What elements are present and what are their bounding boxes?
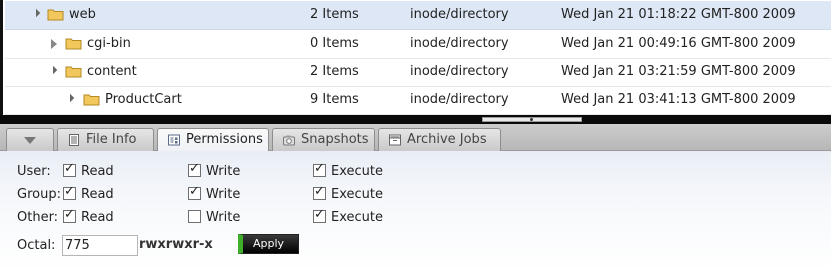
tree-item-modified: Wed Jan 21 03:21:59 GMT-800 2009: [561, 64, 796, 79]
tree-item-name: content: [87, 64, 137, 79]
list-settings-icon: [168, 134, 180, 146]
apply-button[interactable]: Apply: [238, 234, 299, 254]
tab-label: Archive Jobs: [407, 132, 487, 147]
tree-row-content[interactable]: content 2 Items inode/directory Wed Jan …: [5, 58, 831, 87]
execute-label: Execute: [331, 210, 383, 225]
tab-archive-jobs[interactable]: Archive Jobs: [378, 128, 501, 151]
tab-file-info[interactable]: File Info: [57, 128, 154, 151]
expand-arrow-icon[interactable]: [31, 8, 41, 18]
tree-row-productcart[interactable]: ProductCart 9 Items inode/directory Wed …: [5, 86, 831, 115]
group-execute-checkbox[interactable]: [313, 184, 326, 200]
folder-icon: [65, 66, 82, 78]
other-label: Other:: [17, 210, 59, 225]
user-write-checkbox[interactable]: [188, 161, 201, 177]
user-read-checkbox[interactable]: [63, 161, 76, 177]
write-label: Write: [206, 187, 241, 202]
detail-tabbar: File Info Permissions Snapshots Archive …: [0, 124, 831, 152]
tab-label: Snapshots: [301, 132, 369, 147]
group-read-checkbox[interactable]: [63, 184, 76, 200]
user-label: User:: [17, 164, 51, 179]
octal-label: Octal:: [17, 238, 56, 253]
chevron-down-icon: [24, 137, 36, 144]
folder-icon: [83, 94, 100, 106]
permissions-panel: User: Read Write Execute Group: Read Wri…: [0, 151, 831, 271]
archive-icon: [389, 134, 401, 146]
tree-row-web[interactable]: web 2 Items inode/directory Wed Jan 21 0…: [5, 1, 831, 30]
tree-item-count: 2 Items: [310, 7, 359, 22]
tree-item-modified: Wed Jan 21 01:18:22 GMT-800 2009: [561, 7, 796, 22]
document-lines-icon: [69, 134, 79, 146]
write-label: Write: [206, 210, 241, 225]
tree-item-modified: Wed Jan 21 03:41:13 GMT-800 2009: [561, 92, 796, 107]
tab-snapshots[interactable]: Snapshots: [272, 128, 375, 151]
tree-item-name: cgi-bin: [87, 36, 131, 51]
tree-item-type: inode/directory: [410, 36, 509, 51]
tree-row-cgi-bin[interactable]: cgi-bin 0 Items inode/directory Wed Jan …: [5, 30, 831, 59]
tree-item-count: 2 Items: [310, 64, 359, 79]
tree-item-name: ProductCart: [105, 92, 182, 107]
camera-icon: [283, 135, 295, 146]
other-write-checkbox[interactable]: [188, 210, 201, 223]
tree-item-type: inode/directory: [410, 92, 509, 107]
tree-item-type: inode/directory: [410, 7, 509, 22]
read-label: Read: [81, 210, 114, 225]
expand-arrow-icon[interactable]: [65, 93, 75, 103]
tab-label: Permissions: [186, 132, 263, 147]
collapsed-arrow-icon[interactable]: [51, 39, 57, 49]
execute-label: Execute: [331, 164, 383, 179]
tree-item-type: inode/directory: [410, 64, 509, 79]
other-execute-checkbox[interactable]: [313, 207, 326, 223]
group-label: Group:: [17, 187, 61, 202]
tab-permissions[interactable]: Permissions: [157, 128, 269, 152]
octal-input[interactable]: [62, 235, 138, 256]
tree-item-count: 0 Items: [310, 36, 359, 51]
read-label: Read: [81, 164, 114, 179]
execute-label: Execute: [331, 187, 383, 202]
panel-splitter[interactable]: [0, 115, 831, 124]
tree-item-name: web: [69, 7, 96, 22]
splitter-grip[interactable]: [482, 117, 582, 122]
group-write-checkbox[interactable]: [188, 184, 201, 200]
tab-label: File Info: [86, 132, 137, 147]
collapse-panel-button[interactable]: [6, 128, 54, 151]
folder-icon: [65, 38, 82, 50]
write-label: Write: [206, 164, 241, 179]
file-tree: web 2 Items inode/directory Wed Jan 21 0…: [0, 0, 831, 115]
other-read-checkbox[interactable]: [63, 207, 76, 223]
folder-icon: [47, 9, 64, 21]
tree-item-modified: Wed Jan 21 00:49:16 GMT-800 2009: [561, 36, 796, 51]
symbolic-permissions: rwxrwxr-x: [139, 237, 213, 252]
read-label: Read: [81, 187, 114, 202]
expand-arrow-icon[interactable]: [48, 65, 58, 75]
tree-item-count: 9 Items: [310, 92, 359, 107]
user-execute-checkbox[interactable]: [313, 161, 326, 177]
